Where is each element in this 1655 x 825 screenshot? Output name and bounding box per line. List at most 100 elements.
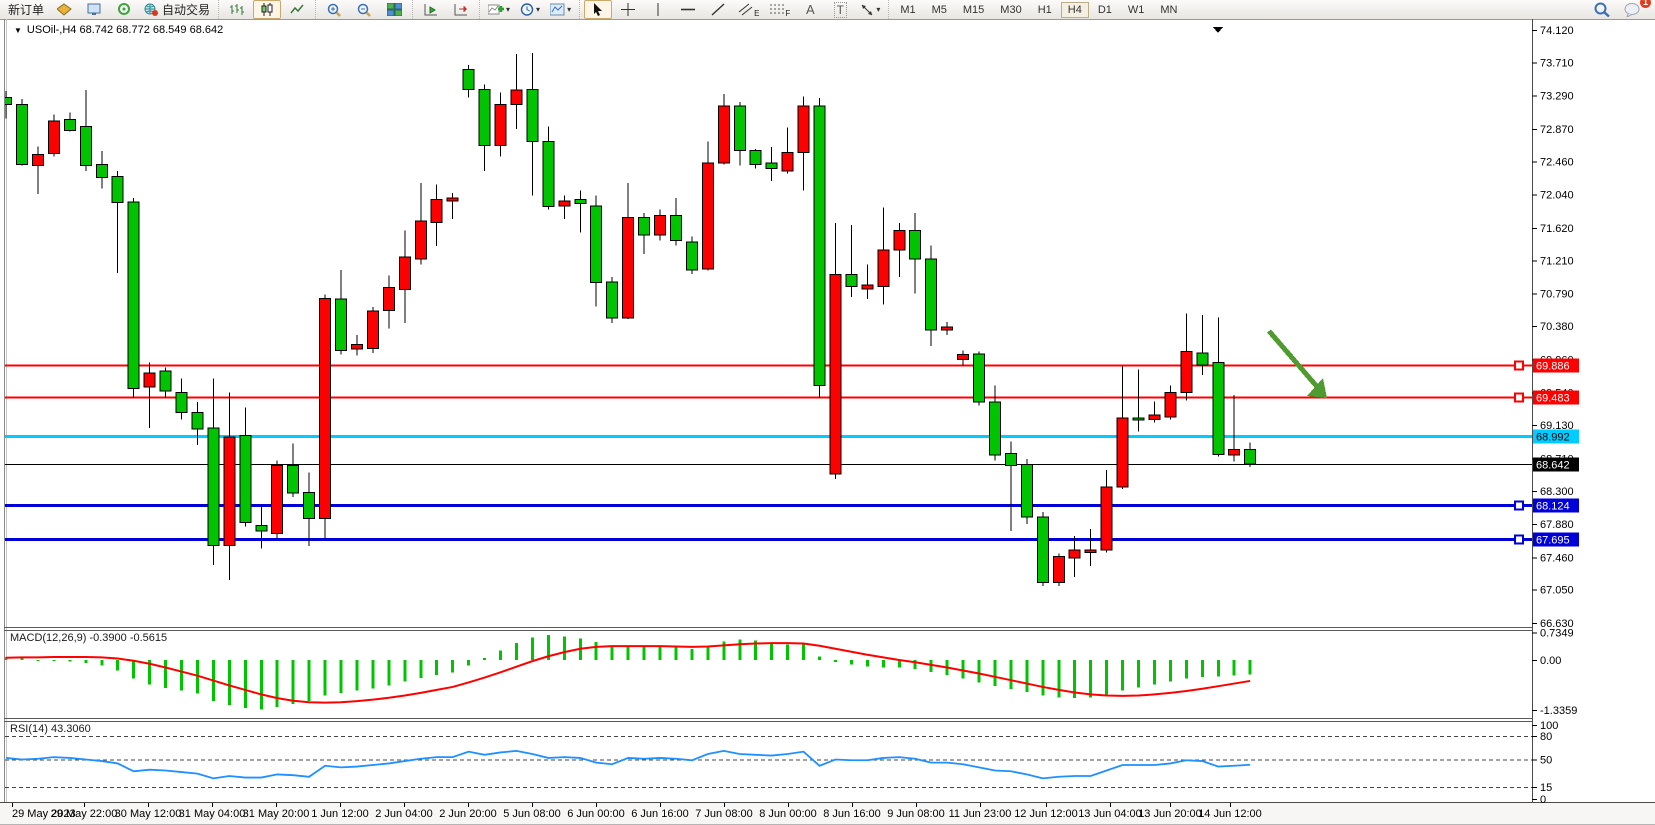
arrows-tool-button[interactable]: ▾ <box>856 0 884 19</box>
svg-text:72.040: 72.040 <box>1540 190 1574 202</box>
hline-tool-button[interactable] <box>674 0 702 19</box>
templates-button[interactable]: ▾ <box>546 0 575 19</box>
terminal-icon[interactable] <box>80 0 108 19</box>
zoom-out-icon <box>357 3 372 17</box>
timeframe-button-M30[interactable]: M30 <box>993 2 1028 18</box>
chevron-down-icon: ▾ <box>876 5 880 14</box>
timeframe-button-H1[interactable]: H1 <box>1031 2 1059 18</box>
svg-text:30 May 12:00: 30 May 12:00 <box>115 808 182 820</box>
indicators-button[interactable]: ▾ <box>484 0 514 19</box>
timeframe-button-D1[interactable]: D1 <box>1091 2 1119 18</box>
vertical-line-icon <box>654 3 662 16</box>
chart-plot[interactable]: 74.12073.71073.29072.87072.46072.04071.6… <box>0 19 1655 825</box>
channel-tool-button[interactable]: E <box>734 0 763 19</box>
vline-tool-button[interactable] <box>644 0 672 19</box>
text-tool-label: A <box>806 2 815 17</box>
svg-text:6 Jun 16:00: 6 Jun 16:00 <box>631 808 689 820</box>
label-tool-button[interactable]: T <box>826 0 854 19</box>
search-icon <box>1594 2 1610 17</box>
timeframe-button-M5[interactable]: M5 <box>925 2 954 18</box>
clock-icon <box>520 3 534 16</box>
mt4-window: 新订单 自动交易 <box>0 0 1655 825</box>
svg-text:74.120: 74.120 <box>1540 25 1574 37</box>
fibonacci-icon <box>769 3 785 16</box>
chevron-down-icon: ▾ <box>536 5 540 14</box>
svg-text:8 Jun 16:00: 8 Jun 16:00 <box>823 808 881 820</box>
monitor-icon <box>87 3 102 16</box>
zoom-in-icon <box>327 3 342 17</box>
fibonacci-tool-button[interactable]: F <box>765 0 794 19</box>
add-indicator-icon <box>488 3 504 16</box>
crosshair-icon <box>621 3 635 16</box>
svg-text:5 Jun 08:00: 5 Jun 08:00 <box>503 808 561 820</box>
text-tool-button[interactable]: A <box>796 0 824 19</box>
chart-title-text: USOil-,H4 68.742 68.772 68.549 68.642 <box>27 24 223 36</box>
svg-text:2 Jun 20:00: 2 Jun 20:00 <box>439 808 497 820</box>
svg-text:72.460: 72.460 <box>1540 156 1574 168</box>
svg-text:9 Jun 08:00: 9 Jun 08:00 <box>887 808 945 820</box>
svg-text:68.992: 68.992 <box>1536 432 1570 444</box>
timeframe-button-M15[interactable]: M15 <box>956 2 991 18</box>
macd-indicator-label: MACD(12,26,9) -0.3900 -0.5615 <box>10 632 167 644</box>
svg-text:2 Jun 04:00: 2 Jun 04:00 <box>375 808 433 820</box>
trendline-tool-button[interactable] <box>704 0 732 19</box>
search-button[interactable] <box>1588 0 1616 19</box>
tile-windows-button[interactable] <box>380 0 408 19</box>
autoscroll-icon <box>424 3 439 16</box>
chevron-down-icon: ▼ <box>14 26 22 35</box>
svg-text:15: 15 <box>1540 782 1552 794</box>
svg-text:69.483: 69.483 <box>1536 393 1570 405</box>
chat-unread-badge: 1 <box>1640 0 1651 8</box>
template-chart-icon <box>550 3 565 16</box>
autotrade-button[interactable]: 自动交易 <box>140 0 214 19</box>
svg-text:1 Jun 12:00: 1 Jun 12:00 <box>311 808 369 820</box>
svg-text:67.880: 67.880 <box>1540 519 1574 531</box>
chat-button[interactable]: 1 <box>1618 0 1646 19</box>
new-order-label: 新订单 <box>8 1 44 18</box>
green-ring-icon <box>117 3 132 16</box>
svg-text:67.695: 67.695 <box>1536 535 1570 547</box>
timeframe-button-M1[interactable]: M1 <box>893 2 922 18</box>
cursor-tool-button[interactable] <box>584 0 612 19</box>
line-chart-icon <box>290 3 305 16</box>
chevron-down-icon: ▾ <box>506 5 510 14</box>
candlestick-icon <box>260 3 274 16</box>
arrows-tool-icon <box>860 3 874 16</box>
svg-text:68.124: 68.124 <box>1536 501 1570 513</box>
svg-text:68.642: 68.642 <box>1536 460 1570 472</box>
chart-shift-button[interactable] <box>447 0 475 19</box>
timeframe-button-H4[interactable]: H4 <box>1061 2 1089 18</box>
strategy-tester-icon[interactable] <box>110 0 138 19</box>
timeframe-button-MN[interactable]: MN <box>1153 2 1184 18</box>
new-order-button[interactable]: 新订单 <box>4 0 48 19</box>
trendline-icon <box>711 3 725 16</box>
svg-text:13 Jun 20:00: 13 Jun 20:00 <box>1138 808 1202 820</box>
svg-text:0: 0 <box>1540 794 1546 806</box>
svg-text:73.290: 73.290 <box>1540 91 1574 103</box>
zoom-out-button[interactable] <box>350 0 378 19</box>
line-chart-mode-button[interactable] <box>283 0 311 19</box>
fibonacci-tool-label: F <box>785 9 790 18</box>
svg-text:13 Jun 04:00: 13 Jun 04:00 <box>1078 808 1142 820</box>
label-tool-label: T <box>834 2 847 18</box>
svg-text:71.620: 71.620 <box>1540 223 1574 235</box>
timeframe-toolbar: M1M5M15M30H1H4D1W1MN <box>888 0 1188 19</box>
zoom-in-button[interactable] <box>320 0 348 19</box>
svg-text:50: 50 <box>1540 755 1552 767</box>
autoscroll-button[interactable] <box>417 0 445 19</box>
periods-button[interactable]: ▾ <box>516 0 544 19</box>
tile-windows-icon <box>387 3 402 16</box>
svg-text:70.380: 70.380 <box>1540 321 1574 333</box>
svg-text:31 May 20:00: 31 May 20:00 <box>243 808 310 820</box>
bar-chart-mode-button[interactable] <box>223 0 251 19</box>
svg-text:7 Jun 08:00: 7 Jun 08:00 <box>695 808 753 820</box>
svg-text:80: 80 <box>1540 731 1552 743</box>
svg-text:72.870: 72.870 <box>1540 124 1574 136</box>
chart-shift-icon <box>454 3 469 16</box>
svg-text:67.460: 67.460 <box>1540 552 1574 564</box>
market-watch-icon[interactable] <box>50 0 78 19</box>
timeframe-button-W1[interactable]: W1 <box>1121 2 1152 18</box>
equidistant-channel-icon <box>738 3 754 16</box>
crosshair-tool-button[interactable] <box>614 0 642 19</box>
candlestick-mode-button[interactable] <box>253 0 281 19</box>
